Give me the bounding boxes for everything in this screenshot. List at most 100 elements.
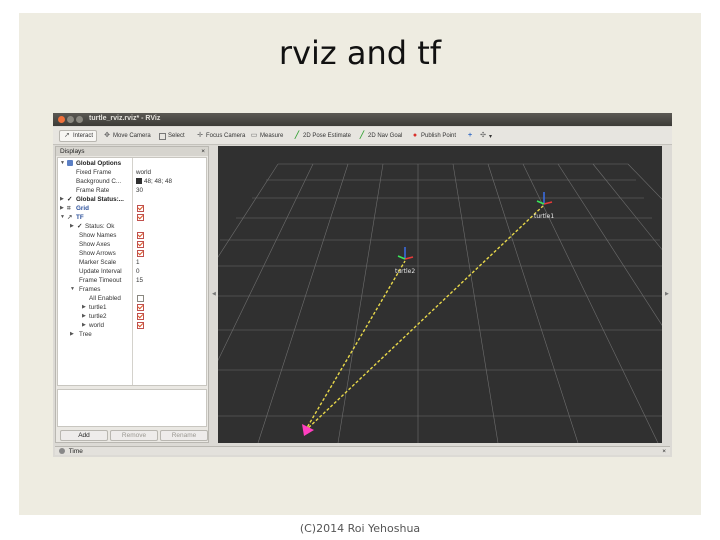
frame-timeout-value[interactable]: 15 — [136, 276, 143, 285]
close-icon[interactable]: × — [201, 147, 205, 156]
tf-icon: ↗ — [67, 214, 73, 221]
expand-arrow-icon[interactable]: ▶ — [82, 312, 86, 321]
rename-display-button[interactable]: Rename — [160, 430, 208, 441]
tool-focus-camera[interactable]: ✛ Focus Camera — [196, 130, 245, 142]
tree-row-turtle2[interactable]: ▶ turtle2 — [58, 312, 206, 321]
tree-row-world[interactable]: ▶ world — [58, 321, 206, 330]
turtle2-link — [304, 260, 406, 432]
window-title: turtle_rviz.rviz* - RViz — [89, 115, 161, 122]
tree-row-tree[interactable]: ▶ Tree — [58, 330, 206, 339]
expand-arrow-icon[interactable]: ▶ — [82, 303, 86, 312]
move-camera-icon: ✥ — [104, 132, 110, 139]
tree-row-frame-rate[interactable]: Frame Rate 30 — [58, 186, 206, 195]
window-titlebar: turtle_rviz.rviz* - RViz — [53, 113, 672, 126]
turtle2-frame-axes-icon — [397, 247, 414, 260]
minimize-window-button[interactable] — [67, 116, 74, 123]
tree-label: Tree — [79, 331, 92, 338]
frame-rate-value[interactable]: 30 — [136, 186, 143, 195]
rviz-window: turtle_rviz.rviz* - RViz ➚ Interact ✥ Mo… — [53, 113, 672, 457]
marker-scale-value[interactable]: 1 — [136, 258, 140, 267]
tree-row-fixed-frame[interactable]: Fixed Frame world — [58, 168, 206, 177]
tool-select[interactable]: Select — [159, 130, 185, 142]
tree-row-tf[interactable]: ▼ ↗ TF — [58, 213, 206, 222]
tree-row-show-names[interactable]: Show Names — [58, 231, 206, 240]
show-names-checkbox[interactable] — [137, 232, 144, 239]
collapse-left-icon[interactable]: ◀ — [212, 291, 216, 297]
fixed-frame-value[interactable]: world — [136, 168, 151, 177]
status-ok-icon: ✓ — [67, 196, 73, 203]
tree-row-status-ok[interactable]: ▶ ✓ Status: Ok — [58, 222, 206, 231]
tool-measure[interactable]: ▭ Measure — [250, 130, 284, 142]
tree-row-global-status[interactable]: ▶ ✓ Global Status:... — [58, 195, 206, 204]
all-enabled-checkbox[interactable] — [137, 295, 144, 302]
tree-row-show-arrows[interactable]: Show Arrows — [58, 249, 206, 258]
turtle2-checkbox[interactable] — [137, 313, 144, 320]
plus-icon: + — [467, 132, 473, 139]
tree-row-global-options[interactable]: ▼ Global Options — [58, 159, 206, 168]
expand-arrow-icon[interactable]: ▶ — [60, 204, 64, 213]
displays-tree: ▼ Global Options Fixed Frame world Backg… — [57, 157, 207, 386]
collapse-right-icon[interactable]: ▶ — [665, 291, 669, 297]
tree-row-turtle1[interactable]: ▶ turtle1 — [58, 303, 206, 312]
displays-panel-header: Displays × — [56, 147, 208, 156]
tool-2d-nav-goal-label: 2D Nav Goal — [368, 133, 403, 139]
select-icon — [159, 132, 166, 140]
background-color-value[interactable]: 48; 48; 48 — [136, 177, 172, 186]
tree-row-update-interval[interactable]: Update Interval 0 — [58, 267, 206, 276]
3d-viewport[interactable]: turtle1 turtle2 — [97, 146, 672, 444]
show-axes-label: Show Axes — [79, 241, 111, 248]
tree-row-background-color[interactable]: Background C... 48; 48; 48 — [58, 177, 206, 186]
tree-row-show-axes[interactable]: Show Axes — [58, 240, 206, 249]
expand-arrow-icon[interactable]: ▶ — [60, 195, 64, 204]
turtle2-frame-name: turtle2 — [395, 268, 415, 275]
right-splitter-handle[interactable]: ▶ — [663, 146, 672, 443]
slide-footer: (C)2014 Roi Yehoshua — [299, 522, 421, 535]
tree-row-frame-timeout[interactable]: Frame Timeout 15 — [58, 276, 206, 285]
tool-2d-pose-estimate[interactable]: ╱ 2D Pose Estimate — [293, 130, 351, 142]
tool-select-label: Select — [168, 133, 185, 139]
tool-interact[interactable]: ➚ Interact — [59, 130, 98, 142]
expand-arrow-icon[interactable]: ▼ — [60, 213, 65, 222]
nav-goal-icon: ╱ — [359, 132, 365, 139]
expand-arrow-icon[interactable]: ▶ — [82, 321, 86, 330]
status-ok-label: Status: Ok — [85, 223, 115, 230]
tool-move-camera[interactable]: ✥ Move Camera — [103, 130, 151, 142]
add-tool-button[interactable]: + — [466, 130, 476, 142]
show-axes-checkbox[interactable] — [137, 241, 144, 248]
background-color-text: 48; 48; 48 — [144, 178, 173, 185]
grid-checkbox[interactable] — [137, 205, 144, 212]
remove-display-button[interactable]: Remove — [110, 430, 158, 441]
turtle1-checkbox[interactable] — [137, 304, 144, 311]
tf-checkbox[interactable] — [137, 214, 144, 221]
status-ok-icon: ✓ — [77, 223, 83, 230]
update-interval-value[interactable]: 0 — [136, 267, 140, 276]
clock-icon — [59, 448, 65, 455]
all-enabled-label: All Enabled — [89, 295, 121, 302]
left-splitter-handle[interactable]: ◀ — [211, 146, 217, 443]
expand-arrow-icon[interactable]: ▶ — [70, 222, 74, 231]
focus-camera-icon: ✛ — [197, 132, 203, 139]
close-window-button[interactable] — [58, 116, 65, 123]
show-arrows-checkbox[interactable] — [137, 250, 144, 257]
fixed-frame-label: Fixed Frame — [76, 169, 112, 176]
time-panel-label: Time — [68, 448, 83, 455]
measure-icon: ▭ — [250, 132, 258, 139]
tool-move-camera-label: Move Camera — [113, 133, 151, 139]
maximize-window-button[interactable] — [76, 116, 83, 123]
tool-publish-point[interactable]: ● Publish Point — [411, 130, 456, 142]
color-swatch — [136, 178, 142, 185]
tool-options-button[interactable]: ✣ ▾ — [479, 130, 492, 142]
slide-title: rviz and tf — [278, 34, 442, 72]
expand-arrow-icon[interactable]: ▼ — [70, 285, 75, 294]
tree-row-frames[interactable]: ▼ Frames — [58, 285, 206, 294]
add-display-button[interactable]: Add — [60, 430, 108, 441]
world-checkbox[interactable] — [137, 322, 144, 329]
tree-row-all-enabled[interactable]: All Enabled — [58, 294, 206, 303]
grid-icon: ⌗ — [67, 205, 71, 212]
tool-2d-nav-goal[interactable]: ╱ 2D Nav Goal — [358, 130, 402, 142]
tree-row-grid[interactable]: ▶ ⌗ Grid — [58, 204, 206, 213]
expand-arrow-icon[interactable]: ▼ — [60, 159, 65, 168]
tree-row-marker-scale[interactable]: Marker Scale 1 — [58, 258, 206, 267]
close-icon[interactable]: × — [662, 447, 666, 456]
expand-arrow-icon[interactable]: ▶ — [70, 330, 74, 339]
